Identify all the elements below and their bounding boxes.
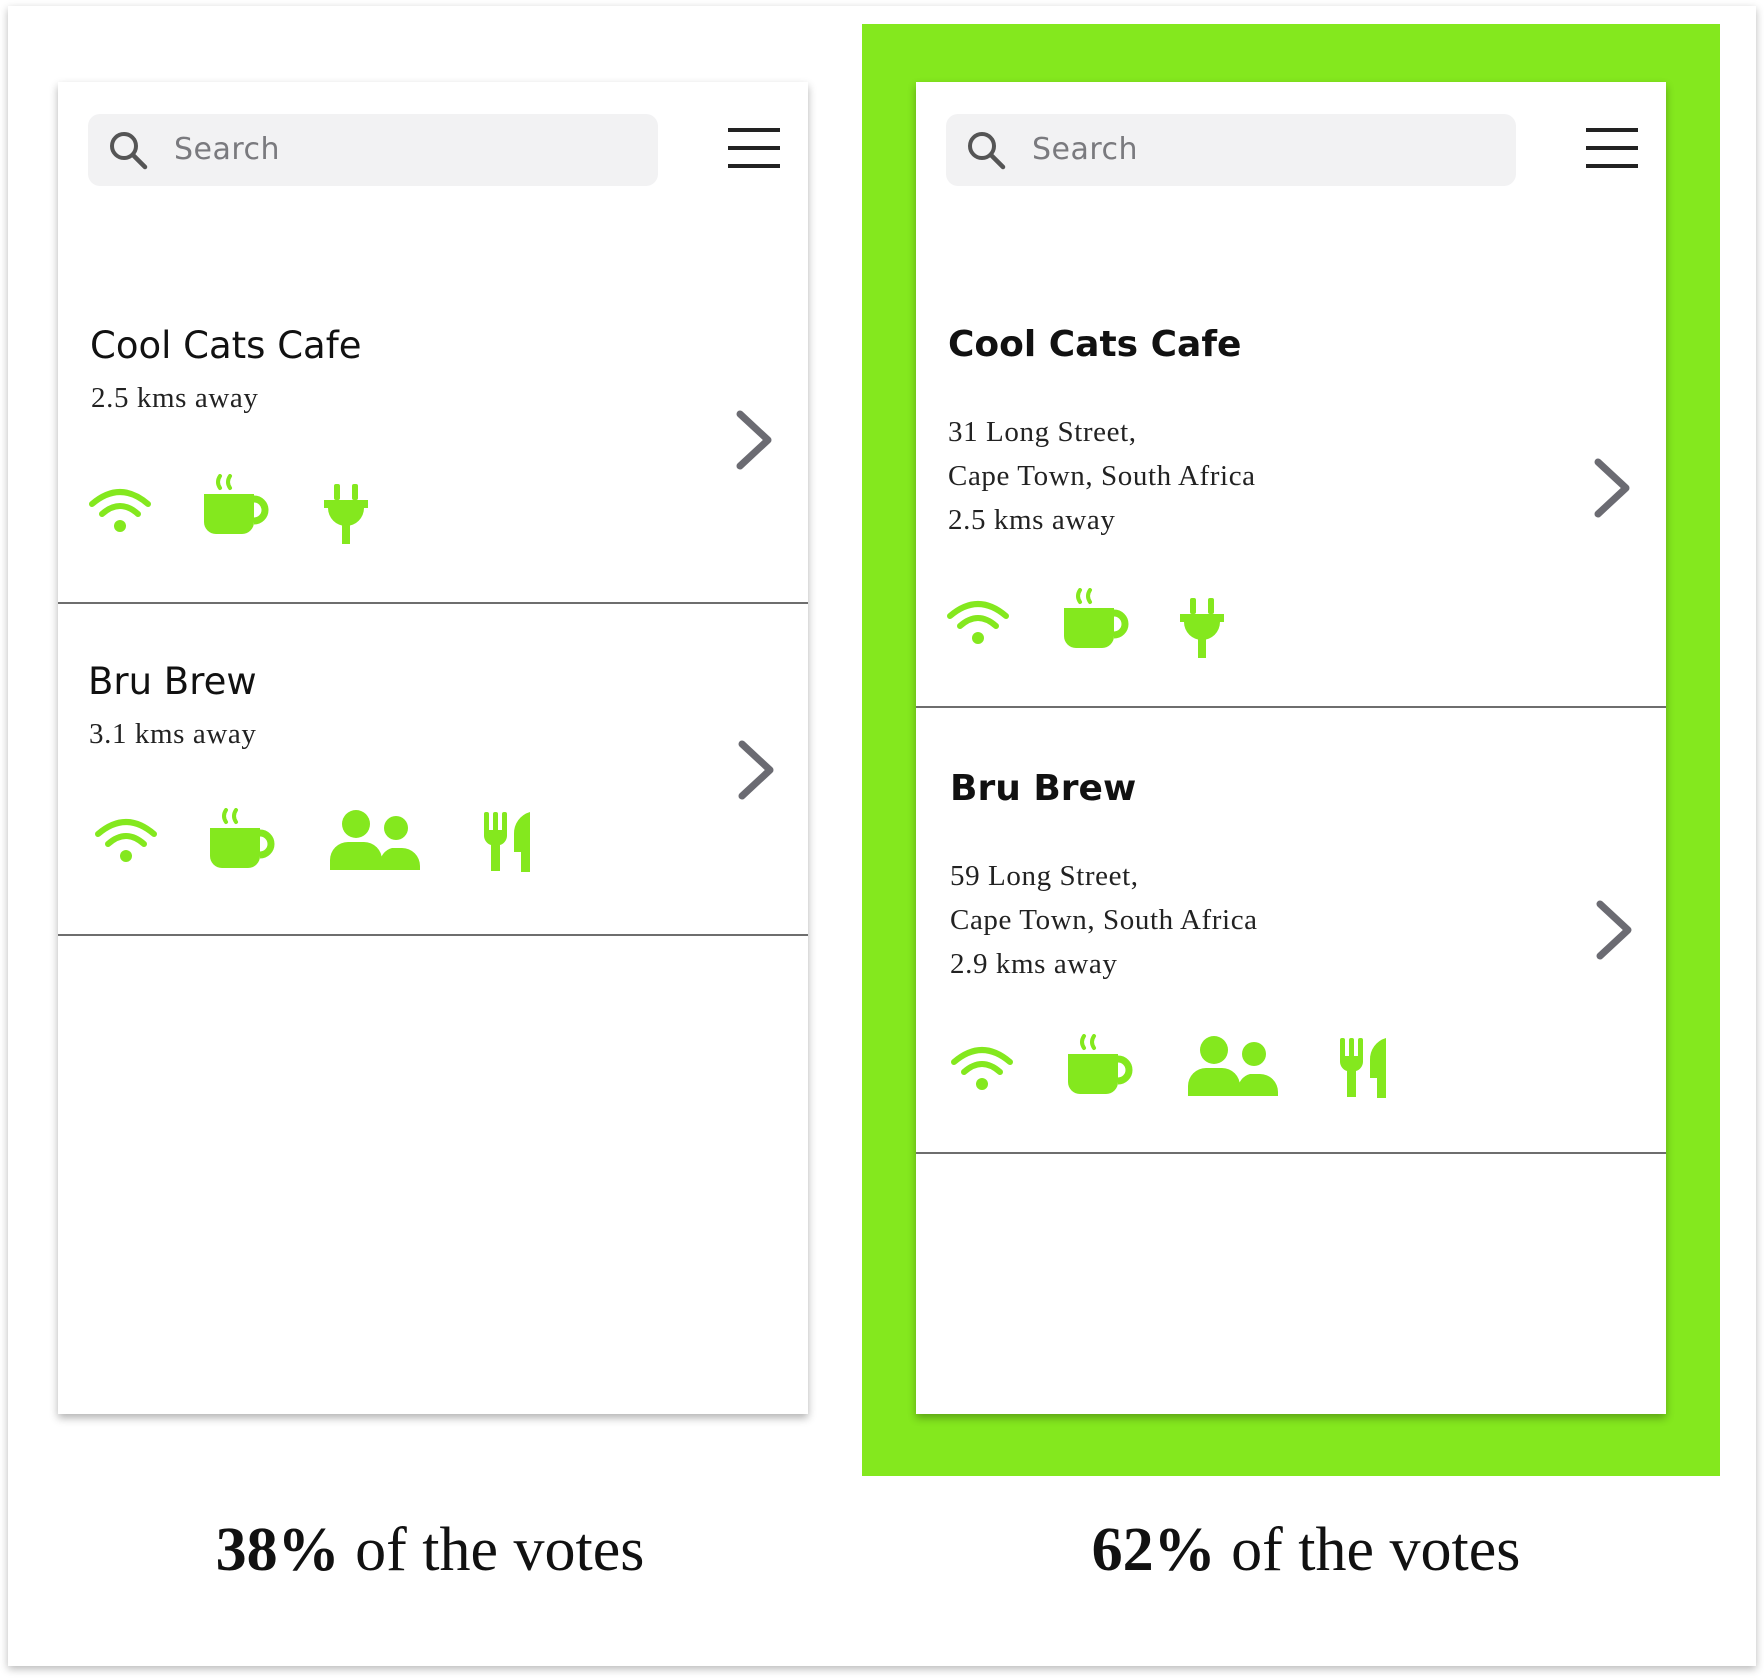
search-placeholder: Search	[174, 132, 281, 167]
cafe-address-line1: 31 Long Street,	[948, 416, 1137, 448]
cafe-distance: 2.5 kms away	[948, 504, 1116, 536]
cafe-name: Bru Brew	[950, 768, 1137, 809]
cafe-card[interactable]: Cool Cats Cafe 31 Long Street, Cape Town…	[916, 202, 1666, 708]
search-input[interactable]: Search	[88, 114, 658, 186]
hamburger-menu-icon[interactable]	[1586, 128, 1638, 170]
variant-b-screen: Search Cool Cats Cafe 31 Long Street, Ca…	[916, 82, 1666, 1414]
wifi-icon	[950, 1044, 1014, 1092]
fork-knife-icon	[482, 810, 534, 874]
cafe-distance: 3.1 kms away	[89, 718, 257, 750]
power-plug-icon	[1178, 596, 1226, 660]
votes-suffix: of the votes	[339, 1516, 645, 1584]
search-placeholder: Search	[1032, 132, 1139, 167]
cafe-card[interactable]: Cool Cats Cafe 2.5 kms away	[58, 202, 808, 604]
cafe-address-line1: 59 Long Street,	[950, 860, 1139, 892]
coffee-icon	[1062, 588, 1130, 652]
votes-suffix: of the votes	[1215, 1516, 1521, 1584]
wifi-icon	[94, 816, 158, 864]
variant-b-votes-caption: 62% of the votes	[876, 1515, 1736, 1586]
chevron-right-icon[interactable]	[1592, 456, 1632, 520]
votes-percent: 62%	[1091, 1516, 1216, 1584]
cafe-address-line2: Cape Town, South Africa	[948, 460, 1256, 492]
coffee-icon	[202, 474, 270, 538]
cafe-distance: 2.5 kms away	[91, 382, 259, 414]
chevron-right-icon[interactable]	[1594, 898, 1634, 962]
wifi-icon	[88, 486, 152, 534]
chevron-right-icon[interactable]	[736, 738, 776, 802]
variant-a-votes-caption: 38% of the votes	[0, 1515, 860, 1586]
cafe-distance: 2.9 kms away	[950, 948, 1118, 980]
variant-a-screen: Search Cool Cats Cafe 2.5 kms away Bru B…	[58, 82, 808, 1414]
cafe-name: Bru Brew	[88, 660, 257, 703]
hamburger-menu-icon[interactable]	[728, 128, 780, 170]
power-plug-icon	[322, 482, 370, 546]
people-icon	[330, 808, 422, 872]
search-icon	[966, 130, 1006, 170]
cafe-card[interactable]: Bru Brew 59 Long Street, Cape Town, Sout…	[916, 708, 1666, 1154]
wifi-icon	[946, 598, 1010, 646]
fork-knife-icon	[1338, 1036, 1390, 1100]
cafe-name: Cool Cats Cafe	[90, 324, 362, 367]
votes-percent: 38%	[215, 1516, 340, 1584]
coffee-icon	[1066, 1034, 1134, 1098]
cafe-card[interactable]: Bru Brew 3.1 kms away	[58, 604, 808, 936]
coffee-icon	[208, 808, 276, 872]
search-icon	[108, 130, 148, 170]
people-icon	[1188, 1034, 1280, 1098]
chevron-right-icon[interactable]	[734, 408, 774, 472]
cafe-name: Cool Cats Cafe	[948, 324, 1242, 365]
search-input[interactable]: Search	[946, 114, 1516, 186]
cafe-address-line2: Cape Town, South Africa	[950, 904, 1258, 936]
